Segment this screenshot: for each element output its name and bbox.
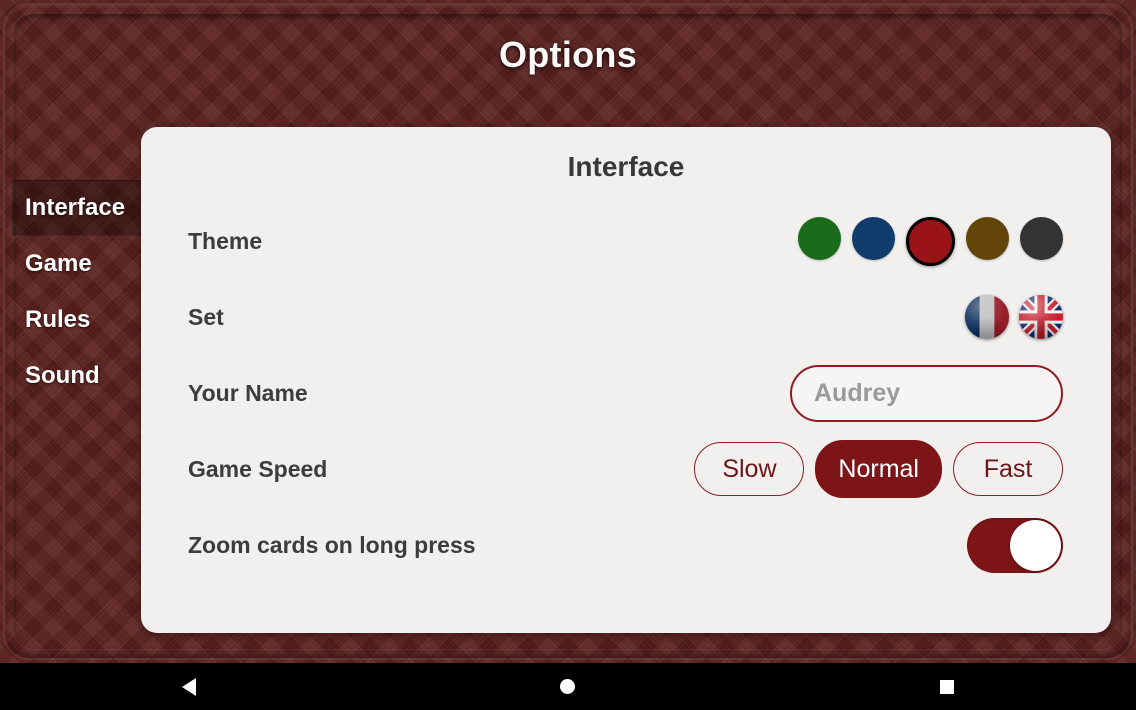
page-title: Options <box>498 34 638 75</box>
sidebar: Interface Game Rules Sound <box>12 180 141 404</box>
settings-rows: Theme Set Your Name Audrey Game Speed Sl… <box>141 203 1111 583</box>
android-navigation-bar <box>0 663 1136 710</box>
uk-flag-icon[interactable] <box>1019 295 1063 339</box>
zoom-cards-control <box>967 517 1063 573</box>
sidebar-item-label: Sound <box>25 362 100 389</box>
settings-panel: Interface Theme Set Your Name Audrey Gam… <box>141 127 1111 633</box>
nav-recents-button[interactable] <box>887 663 1007 710</box>
set-control <box>965 295 1063 339</box>
france-flag-icon[interactable] <box>965 295 1009 339</box>
theme-swatch-group <box>798 216 1063 266</box>
nav-home-button[interactable] <box>508 663 628 710</box>
theme-swatch-green[interactable] <box>798 216 841 260</box>
set-label: Set <box>188 303 224 330</box>
name-field-wrapper[interactable] <box>790 364 1063 422</box>
theme-swatch-blue[interactable] <box>852 216 895 260</box>
sidebar-item-sound[interactable]: Sound <box>12 348 141 404</box>
zoom-cards-label: Zoom cards on long press <box>188 531 476 558</box>
sidebar-item-rules[interactable]: Rules <box>12 292 141 348</box>
name-control <box>790 364 1063 422</box>
theme-swatch-red[interactable] <box>906 216 955 266</box>
setting-row-speed: Game Speed Slow Normal Fast <box>141 431 1111 507</box>
speed-button-group: Slow Normal Fast <box>694 440 1063 498</box>
speed-button-fast[interactable]: Fast <box>953 442 1063 496</box>
speed-button-normal[interactable]: Normal <box>815 440 942 498</box>
sidebar-item-label: Interface <box>25 194 126 221</box>
toggle-knob <box>1010 519 1061 571</box>
nav-back-button[interactable] <box>129 663 249 710</box>
recents-icon <box>939 679 954 694</box>
theme-swatch-gray[interactable] <box>1020 216 1063 260</box>
sidebar-item-interface[interactable]: Interface <box>12 180 141 236</box>
setting-row-set: Set <box>141 279 1111 355</box>
zoom-cards-toggle[interactable] <box>967 517 1063 573</box>
setting-row-theme: Theme <box>141 203 1111 279</box>
speed-control: Slow Normal Fast <box>694 440 1063 498</box>
game-background: Options Interface Game Rules Sound Inter… <box>0 0 1136 663</box>
name-label: Your Name <box>188 379 308 406</box>
theme-swatch-brown[interactable] <box>966 216 1009 260</box>
sidebar-item-label: Game <box>25 250 92 277</box>
panel-title: Interface <box>567 151 685 182</box>
setting-row-name: Your Name <box>141 355 1111 431</box>
setting-row-zoom-cards: Zoom cards on long press <box>141 507 1111 583</box>
sidebar-item-label: Rules <box>25 306 91 333</box>
speed-button-slow[interactable]: Slow <box>694 442 805 496</box>
set-flag-group <box>965 295 1063 339</box>
name-input[interactable] <box>814 378 1039 408</box>
back-icon <box>182 677 197 696</box>
speed-label: Game Speed <box>188 455 328 482</box>
theme-label: Theme <box>188 227 263 254</box>
sidebar-item-game[interactable]: Game <box>12 236 141 292</box>
home-icon <box>560 679 576 694</box>
theme-control <box>798 216 1063 266</box>
app-screen: Options Interface Game Rules Sound Inter… <box>0 0 1136 710</box>
